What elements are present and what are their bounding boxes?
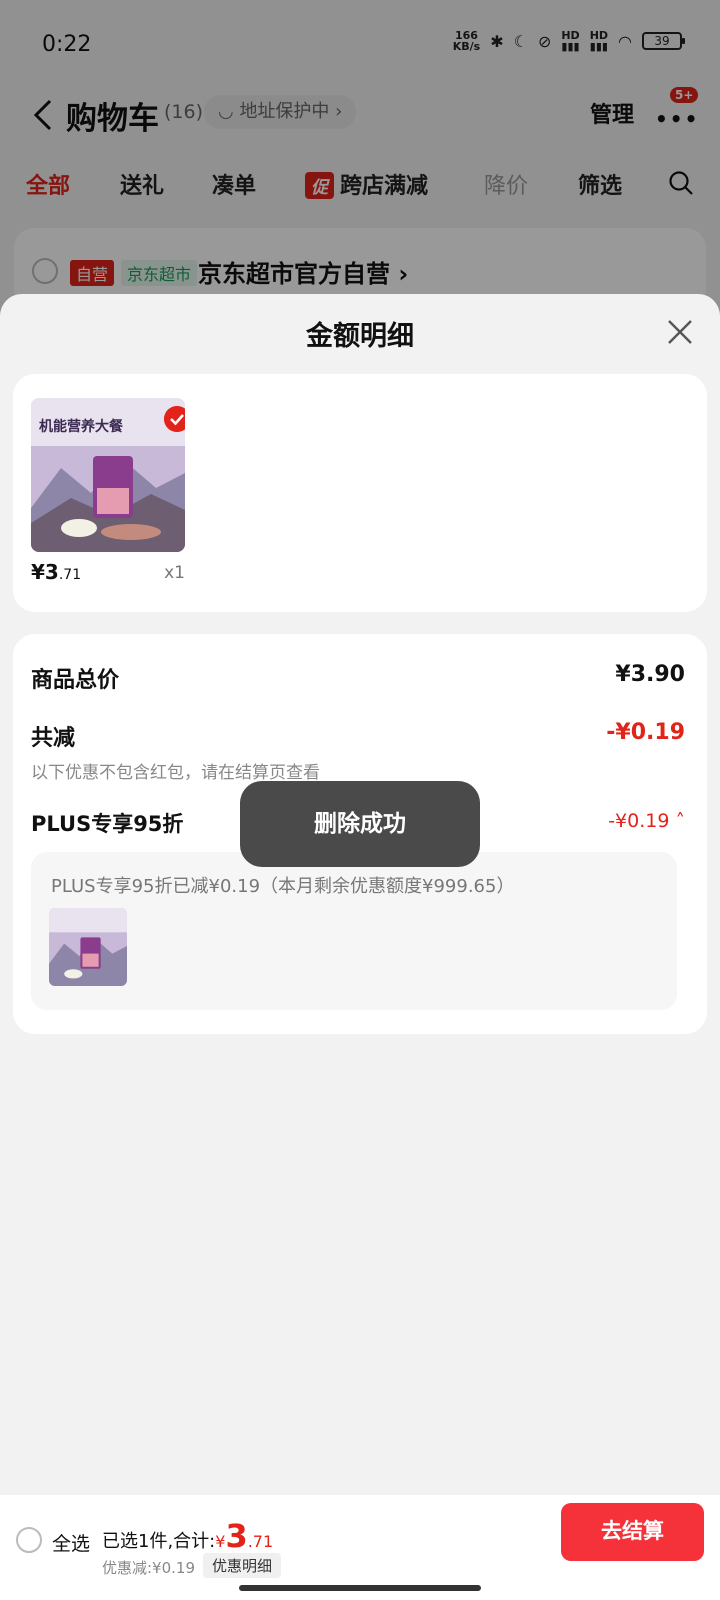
close-icon[interactable] <box>666 318 694 346</box>
plus-discount-value[interactable]: -¥0.19 ˄ <box>608 810 685 832</box>
plus-discount-detail: PLUS专享95折已减¥0.19（本月剩余优惠额度¥999.65） <box>31 852 677 1010</box>
product-price: ¥3.71 <box>31 560 82 584</box>
discount-detail-button[interactable]: 优惠明细 <box>203 1553 282 1578</box>
discount-value: -¥0.19 <box>606 720 685 745</box>
chevron-up-icon: ˄ <box>669 810 685 832</box>
selected-summary: 已选1件,合计:¥3.71 <box>102 1517 274 1555</box>
toast-message: 删除成功 <box>240 781 480 867</box>
plus-discount-description: PLUS专享95折已减¥0.19（本月剩余优惠额度¥999.65） <box>51 876 515 897</box>
amount-detail-sheet: 金额明细 机能营养大餐 ¥3.71 x1 商品总价 ¥3.90 共减 -¥0.1… <box>0 294 720 1600</box>
total-price-value: ¥3.90 <box>615 662 685 687</box>
select-all-label[interactable]: 全选 <box>52 1529 90 1556</box>
discount-label: 共减 <box>31 726 76 751</box>
discount-amount: 优惠减:¥0.19 <box>102 1559 195 1577</box>
product-price-row: ¥3.71 x1 <box>31 560 185 584</box>
select-all-radio[interactable] <box>16 1527 42 1553</box>
home-indicator[interactable] <box>239 1585 481 1591</box>
product-image-text: 机能营养大餐 <box>39 418 124 435</box>
sheet-title: 金额明细 <box>306 321 414 352</box>
selected-products-card: 机能营养大餐 ¥3.71 x1 <box>13 374 707 612</box>
checkout-button[interactable]: 去结算 <box>561 1503 704 1561</box>
product-image[interactable]: 机能营养大餐 <box>31 398 185 552</box>
total-price-label: 商品总价 <box>31 668 120 693</box>
discount-note: 以下优惠不包含红包，请在结算页查看 <box>31 763 320 783</box>
product-quantity: x1 <box>164 563 185 583</box>
plus-product-thumbnail <box>49 908 127 986</box>
plus-discount-label: PLUS专享95折 <box>31 812 184 836</box>
checkout-bar: 全选 已选1件,合计:¥3.71 优惠减:¥0.19 优惠明细 去结算 <box>0 1495 720 1600</box>
checked-icon[interactable] <box>164 406 185 432</box>
